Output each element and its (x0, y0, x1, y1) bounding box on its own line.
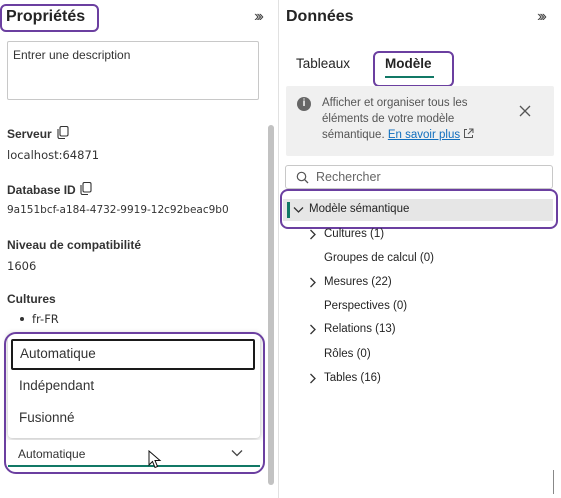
tree-item-relations[interactable]: Relations (13) (324, 323, 396, 335)
search-input[interactable]: Rechercher (285, 165, 553, 189)
copy-icon[interactable] (57, 126, 69, 139)
double-chevron-right-icon[interactable]: ››› (537, 8, 547, 26)
chevron-right-icon[interactable] (309, 229, 317, 240)
info-icon: i (297, 97, 311, 111)
server-value: localhost:64871 (7, 148, 100, 162)
copy-icon[interactable] (80, 182, 92, 195)
server-label: Serveur (7, 127, 52, 141)
tree-item-roles[interactable]: Rôles (0) (324, 348, 371, 360)
tree-item-tables[interactable]: Tables (16) (324, 372, 381, 384)
chevron-right-icon[interactable] (309, 324, 317, 335)
modele-tab-highlight (373, 51, 454, 87)
properties-pane: Propriétés ››› Entrer une description Se… (0, 0, 278, 498)
scrollbar[interactable] (268, 125, 274, 485)
close-icon[interactable] (519, 105, 531, 117)
database-id-label: Database ID (7, 183, 76, 197)
compatibility-level-value: 1606 (7, 259, 37, 273)
bullet-icon (20, 317, 24, 321)
database-id-value: 9a151bcf-a184-4732-9919-12c92beac9b0 (7, 204, 229, 216)
chevron-right-icon[interactable] (309, 277, 317, 288)
tree-item-mesures[interactable]: Mesures (22) (324, 276, 392, 288)
compatibility-level-label: Niveau de compatibilité (7, 238, 142, 252)
dropdown-highlight (4, 332, 265, 474)
description-placeholder: Entrer une description (13, 48, 131, 62)
tab-tableaux[interactable]: Tableaux (296, 56, 350, 71)
search-placeholder: Rechercher (316, 170, 381, 184)
tree-item-groupes-de-calcul[interactable]: Groupes de calcul (0) (324, 252, 434, 264)
info-banner-text: Afficher et organiser tous les éléments … (322, 95, 482, 143)
tree-item-perspectives[interactable]: Perspectives (0) (324, 300, 407, 312)
external-link-icon[interactable] (463, 128, 474, 139)
tree-root-highlight (280, 189, 558, 229)
chevron-right-icon[interactable] (309, 373, 317, 384)
description-input[interactable]: Entrer une description (7, 41, 259, 100)
culture-item: fr-FR (32, 312, 59, 326)
right-scrollbar-track (553, 470, 554, 494)
search-icon (296, 171, 309, 184)
cultures-label: Cultures (7, 292, 56, 306)
data-pane-title: Données (286, 8, 354, 25)
learn-more-link[interactable]: En savoir plus (388, 129, 460, 141)
double-chevron-right-icon[interactable]: ››› (254, 8, 264, 26)
properties-title: Propriétés (6, 8, 86, 25)
tree-item-cultures[interactable]: Cultures (1) (324, 228, 384, 240)
